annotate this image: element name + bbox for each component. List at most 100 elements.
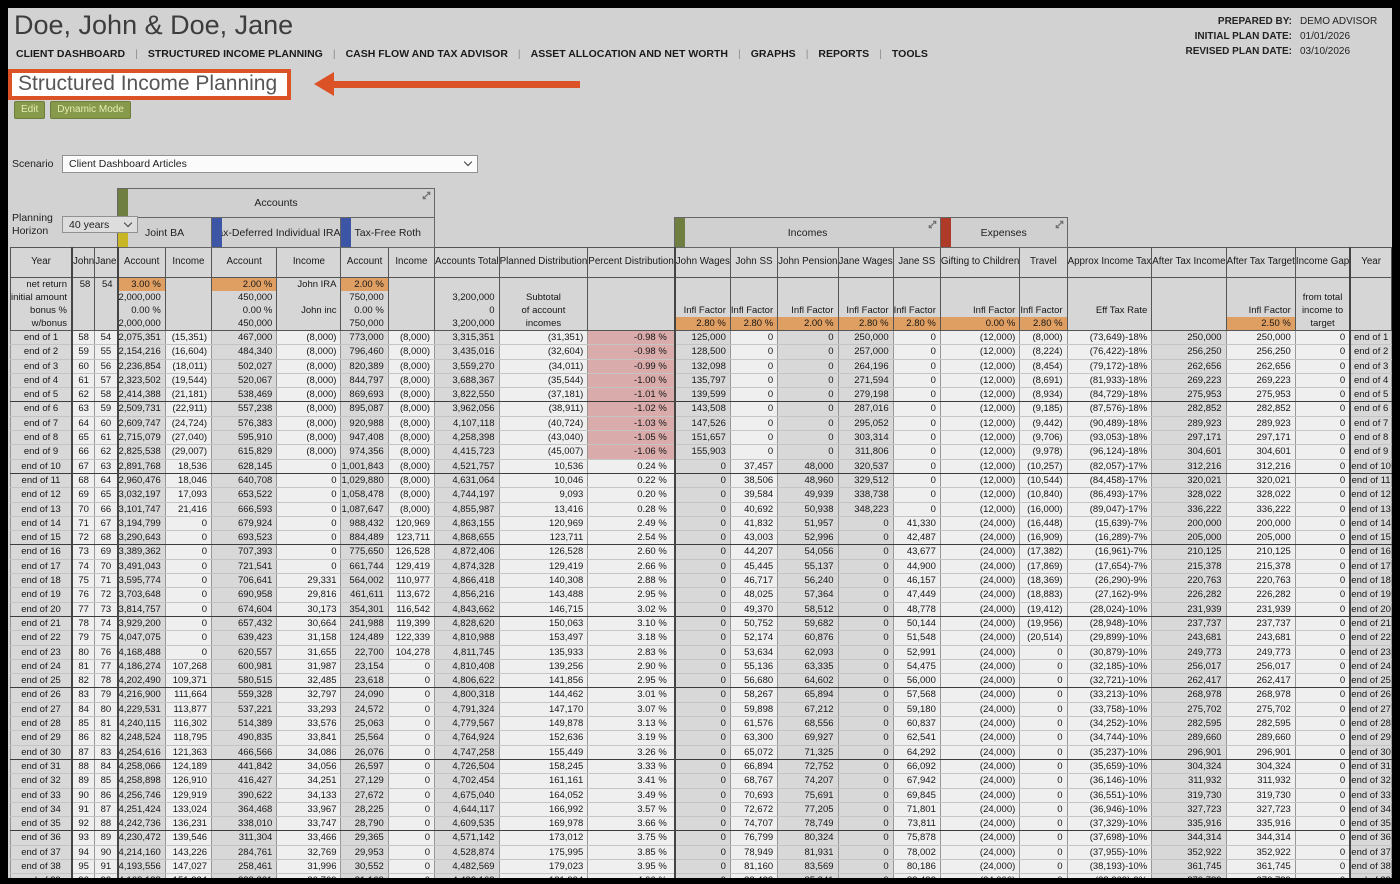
dynamic-mode-button[interactable]: Dynamic Mode — [50, 101, 131, 119]
cell: 10,046 — [498, 472, 589, 489]
cell: (8,934) — [1019, 387, 1068, 403]
cell: end of 35 — [1349, 816, 1392, 832]
cell: 0 — [673, 673, 731, 689]
collapse-icon[interactable] — [927, 219, 938, 233]
cell: 4,609,535 — [434, 816, 500, 832]
cell: (12,000) — [939, 501, 1021, 517]
cell: 0 — [673, 472, 731, 489]
cell: 91 — [71, 801, 96, 818]
cell: (24,000) — [939, 787, 1021, 803]
cell: (12,000) — [939, 329, 1021, 346]
cell: 81 — [71, 658, 96, 675]
cell: 139,256 — [498, 658, 589, 675]
cell: (34,744)-10% — [1066, 730, 1153, 746]
cell: 65 — [71, 430, 96, 446]
cell: (33,758)-10% — [1066, 701, 1153, 718]
cell: 29,953 — [340, 844, 389, 860]
table-row: end of 36 93 89 4,230,472 139,546 311,304 33,4… — [10, 830, 1392, 846]
cell: 76,799 — [729, 830, 779, 846]
cell: 52,991 — [892, 644, 941, 660]
nav-item[interactable]: REPORTS — [818, 48, 869, 60]
nav-item[interactable]: TOOLS — [892, 48, 928, 60]
edit-button[interactable]: Edit — [14, 101, 46, 119]
cell: end of 9 — [10, 444, 73, 460]
collapse-icon[interactable] — [1054, 219, 1065, 233]
table-row: end of 37 94 90 4,214,160 143,226 284,761 32,7… — [10, 844, 1392, 860]
collapse-icon[interactable] — [421, 190, 432, 204]
cell: 52,996 — [777, 530, 839, 546]
cell: 0 — [673, 816, 731, 832]
cell: 4,800,318 — [434, 687, 500, 703]
table-row: end of 23 80 76 4,168,488 0 620,557 31,655 22,7… — [10, 644, 1392, 660]
table-row: end of 38 95 91 4,193,556 147,027 258,461 31,9… — [10, 858, 1392, 875]
subheader-cell: net return initial amount bonus % w/bonus — [10, 277, 73, 331]
cell: 361,745 — [1151, 858, 1227, 875]
cell: 129,919 — [164, 787, 213, 803]
cell: 0 — [673, 501, 731, 517]
cell: 3,194,799 — [116, 515, 166, 532]
cell: 69 — [94, 544, 119, 560]
cell: (28,024)-10% — [1066, 601, 1153, 617]
cell: 0 — [1294, 816, 1351, 832]
cell: 0 — [1294, 573, 1351, 589]
cell: 653,522 — [211, 487, 278, 503]
table-row: end of 3996924,168,138151,224232,86130,7… — [10, 873, 1392, 878]
scenario-select[interactable]: Client Dashboard Articles — [62, 155, 478, 173]
cell: 580,515 — [211, 673, 278, 689]
cell: (12,000) — [939, 372, 1021, 389]
cell: (12,000) — [939, 358, 1021, 374]
cell: 4,415,723 — [434, 444, 500, 460]
subheader-line — [74, 317, 94, 330]
subheader-line — [96, 291, 117, 304]
cell: 0 — [387, 844, 436, 860]
cell: 46,157 — [892, 573, 941, 589]
cell: 4,230,472 — [116, 830, 166, 846]
cell: (24,000) — [939, 587, 1021, 603]
cell: 128,500 — [673, 344, 731, 360]
subheader-line: target — [1310, 318, 1335, 329]
table-row: end of 11 68 64 2,960,476 18,046 640,708 0 1,02… — [10, 472, 1392, 489]
subheader-cell — [1151, 277, 1227, 331]
cell: 268,978 — [1151, 687, 1227, 703]
cell: (12,000) — [939, 344, 1021, 360]
cell: 262,656 — [1225, 358, 1296, 374]
cell: 21,416 — [164, 501, 213, 517]
cell: 26,597 — [340, 758, 389, 775]
col-header: Year — [10, 247, 73, 278]
cell: 113,672 — [387, 587, 436, 603]
cell: end of 25 — [1349, 673, 1392, 689]
col-header: After Tax Income — [1151, 247, 1227, 278]
cell: 275,702 — [1151, 701, 1227, 718]
cell: 31,158 — [276, 630, 342, 646]
cell: end of 36 — [1349, 830, 1392, 846]
subheader-line — [1068, 317, 1151, 330]
nav-item[interactable]: ASSET ALLOCATION AND NET WORTH — [531, 48, 728, 60]
cell: 262,417 — [1225, 673, 1296, 689]
nav-item[interactable]: CASH FLOW AND TAX ADVISOR — [346, 48, 508, 60]
cell: 4,855,987 — [434, 501, 500, 517]
subheader-line — [941, 291, 1018, 304]
cell: (24,000) — [939, 858, 1021, 875]
nav-item[interactable]: CLIENT DASHBOARD — [16, 48, 125, 60]
cell: 0 — [1019, 830, 1068, 846]
cell: 63,300 — [729, 730, 779, 746]
cell: end of 21 — [1349, 615, 1392, 632]
cell: (27,162)-9% — [1066, 587, 1153, 603]
cell: 69 — [71, 487, 96, 503]
planning-horizon-select[interactable]: 40 years — [62, 216, 138, 234]
cell: 59 — [94, 401, 119, 417]
nav-item[interactable]: GRAPHS — [751, 48, 796, 60]
cell: 344,314 — [1151, 830, 1227, 846]
cell: 0 — [777, 430, 839, 446]
cell: 0 — [1294, 830, 1351, 846]
cell: end of 38 — [10, 858, 73, 875]
cell: end of 6 — [10, 401, 73, 417]
cell: 0 — [673, 530, 731, 546]
nav-item[interactable]: STRUCTURED INCOME PLANNING — [148, 48, 323, 60]
cell: 31,655 — [276, 644, 342, 660]
cell: 0 — [1294, 444, 1351, 460]
cell: (24,000) — [939, 558, 1021, 575]
cell: 87 — [94, 801, 119, 818]
cell: -1.05 % — [587, 430, 676, 446]
cell: 153,497 — [498, 630, 589, 646]
